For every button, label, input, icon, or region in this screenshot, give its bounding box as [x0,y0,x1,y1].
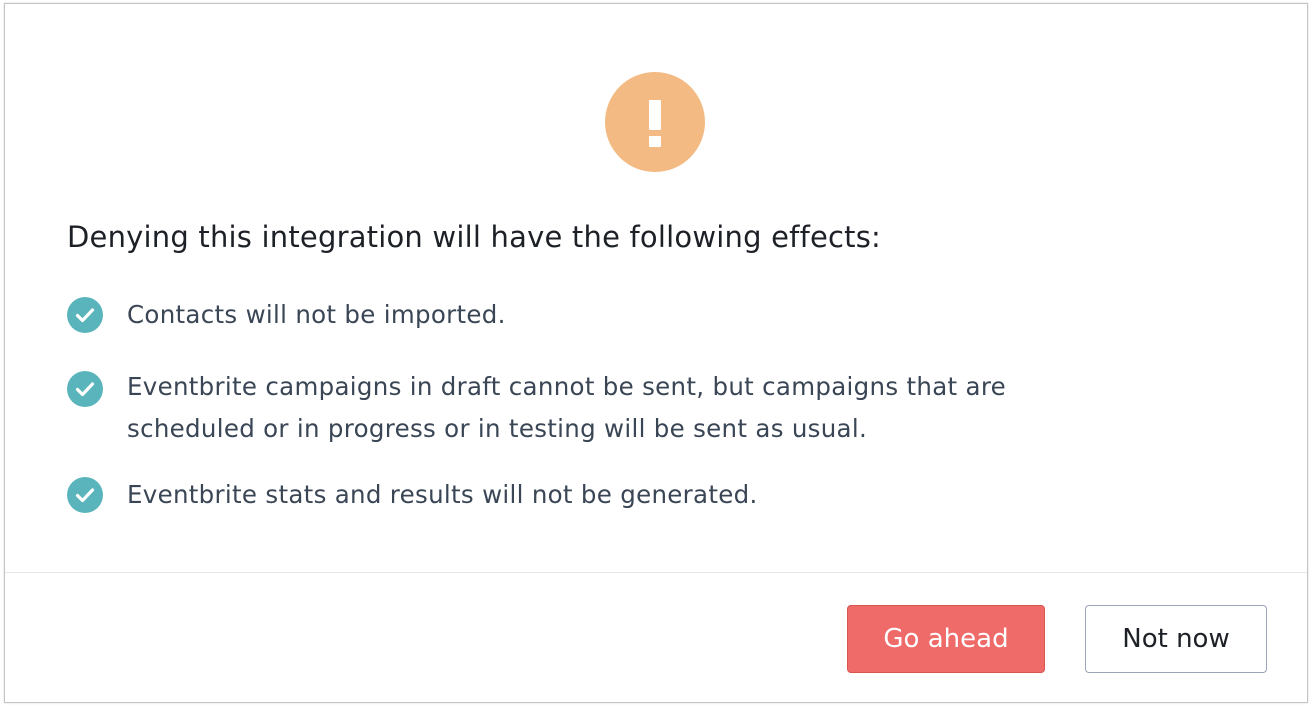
effect-text: Eventbrite campaigns in draft cannot be … [127,372,1007,443]
check-circle-icon [67,371,103,407]
check-circle-icon [67,477,103,513]
footer-divider [5,572,1307,573]
exclamation-circle-icon [605,72,705,172]
go-ahead-button[interactable]: Go ahead [847,605,1045,673]
dialog-heading: Denying this integration will have the f… [67,220,882,254]
check-circle-icon [67,297,103,333]
not-now-button[interactable]: Not now [1085,605,1267,673]
deny-integration-dialog: Denying this integration will have the f… [4,3,1308,703]
effect-text: Contacts will not be imported. [127,300,506,329]
effect-text: Eventbrite stats and results will not be… [127,480,758,509]
